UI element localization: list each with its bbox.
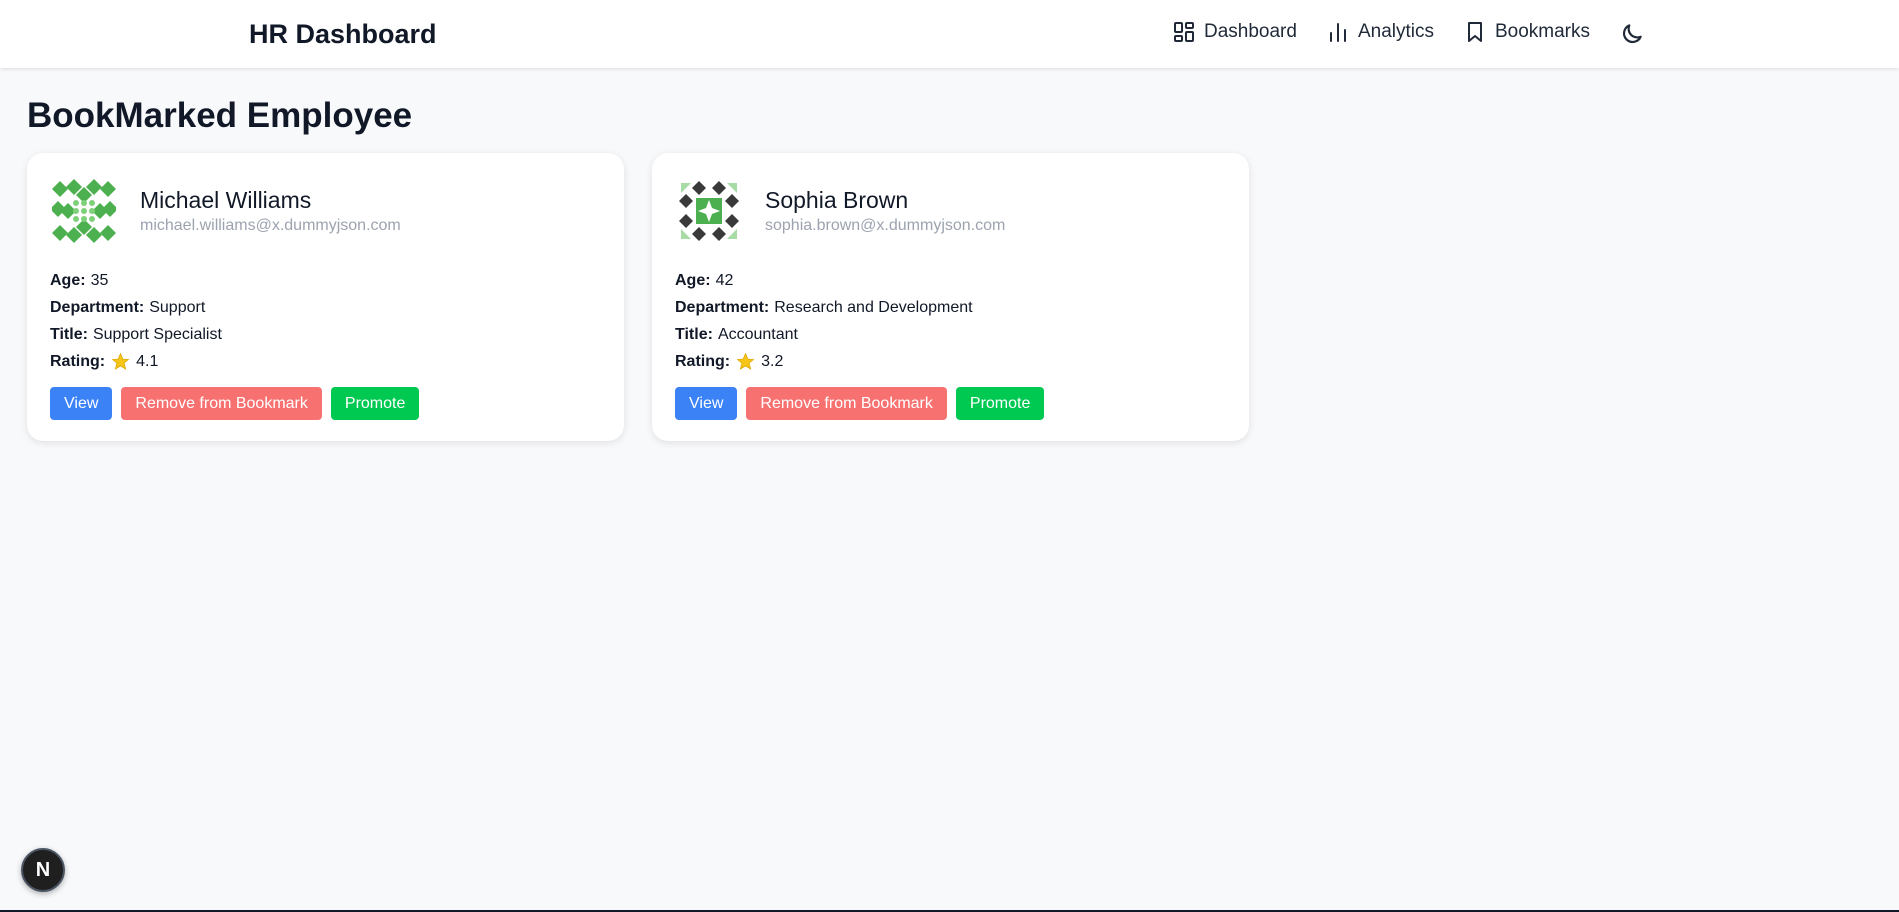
title-value: Support Specialist [92,325,222,343]
rating-label: Rating: [50,352,106,370]
employee-name: Michael Williams [140,187,312,213]
view-button[interactable]: View [50,387,113,420]
age-label: Age: [675,271,711,289]
department-row: Department: Support [50,294,222,321]
title-value: Accountant [717,325,798,343]
nextjs-logo-icon: N [35,858,51,881]
avatar [679,181,739,241]
top-navbar: HR Dashboard Dashboard Analytics Bookmar [0,0,1899,68]
avatar [52,179,116,243]
promote-button[interactable]: Promote [330,387,420,420]
employee-card: Michael Williams michael.williams@x.dumm… [27,153,624,441]
moon-icon[interactable] [1619,21,1645,47]
employee-details: Age: 42 Department: Research and Develop… [675,267,973,375]
department-label: Department: [675,298,770,316]
title-row: Title: Support Specialist [50,321,222,348]
employee-email: michael.williams@x.dummyjson.com [140,217,401,234]
page-title: BookMarked Employee [27,96,413,135]
card-actions: View Remove from Bookmark Promote [675,387,1045,420]
employee-details: Age: 35 Department: Support Title: Suppo… [50,267,222,375]
age-row: Age: 35 [50,267,222,294]
app-brand-title[interactable]: HR Dashboard [249,19,437,50]
dashboard-grid-icon [1174,22,1194,42]
nav-bookmarks-link[interactable]: Bookmarks [1463,20,1590,44]
department-row: Department: Research and Development [675,294,973,321]
remove-bookmark-button[interactable]: Remove from Bookmark [121,387,322,420]
promote-button[interactable]: Promote [955,387,1045,420]
age-value: 35 [90,271,109,289]
remove-bookmark-button[interactable]: Remove from Bookmark [746,387,947,420]
card-actions: View Remove from Bookmark Promote [50,387,420,420]
age-label: Age: [50,271,86,289]
rating-value: 3.2 [761,352,784,370]
title-label: Title: [50,325,88,343]
age-value: 42 [715,271,734,289]
rating-row: Rating: 3.2 [675,348,973,375]
bar-chart-icon [1329,23,1346,42]
department-value: Support [149,298,206,316]
nav-analytics-link[interactable]: Analytics [1326,20,1434,44]
department-value: Research and Development [774,298,973,316]
nav-bookmarks-label: Bookmarks [1494,21,1591,42]
rating-row: Rating: 4.1 [50,348,222,375]
rating-label: Rating: [675,352,731,370]
nav-dashboard-label: Dashboard [1204,21,1297,42]
star-icon [111,352,130,370]
title-label: Title: [675,325,713,343]
view-button[interactable]: View [675,387,738,420]
nav-dashboard-link[interactable]: Dashboard [1172,20,1297,44]
employee-name: Sophia Brown [765,187,909,213]
nextjs-dev-indicator[interactable]: N [21,848,65,892]
title-row: Title: Accountant [675,321,973,348]
employee-card-list: Michael Williams michael.williams@x.dumm… [27,153,1249,441]
nav-analytics-label: Analytics [1357,21,1434,42]
rating-value: 4.1 [136,352,159,370]
bookmark-icon [1467,22,1482,42]
employee-email: sophia.brown@x.dummyjson.com [765,217,1006,234]
nav-links: Dashboard Analytics Bookmarks [1172,20,1590,44]
age-row: Age: 42 [675,267,973,294]
star-icon [736,352,755,370]
department-label: Department: [50,298,145,316]
employee-card: Sophia Brown sophia.brown@x.dummyjson.co… [652,153,1249,441]
